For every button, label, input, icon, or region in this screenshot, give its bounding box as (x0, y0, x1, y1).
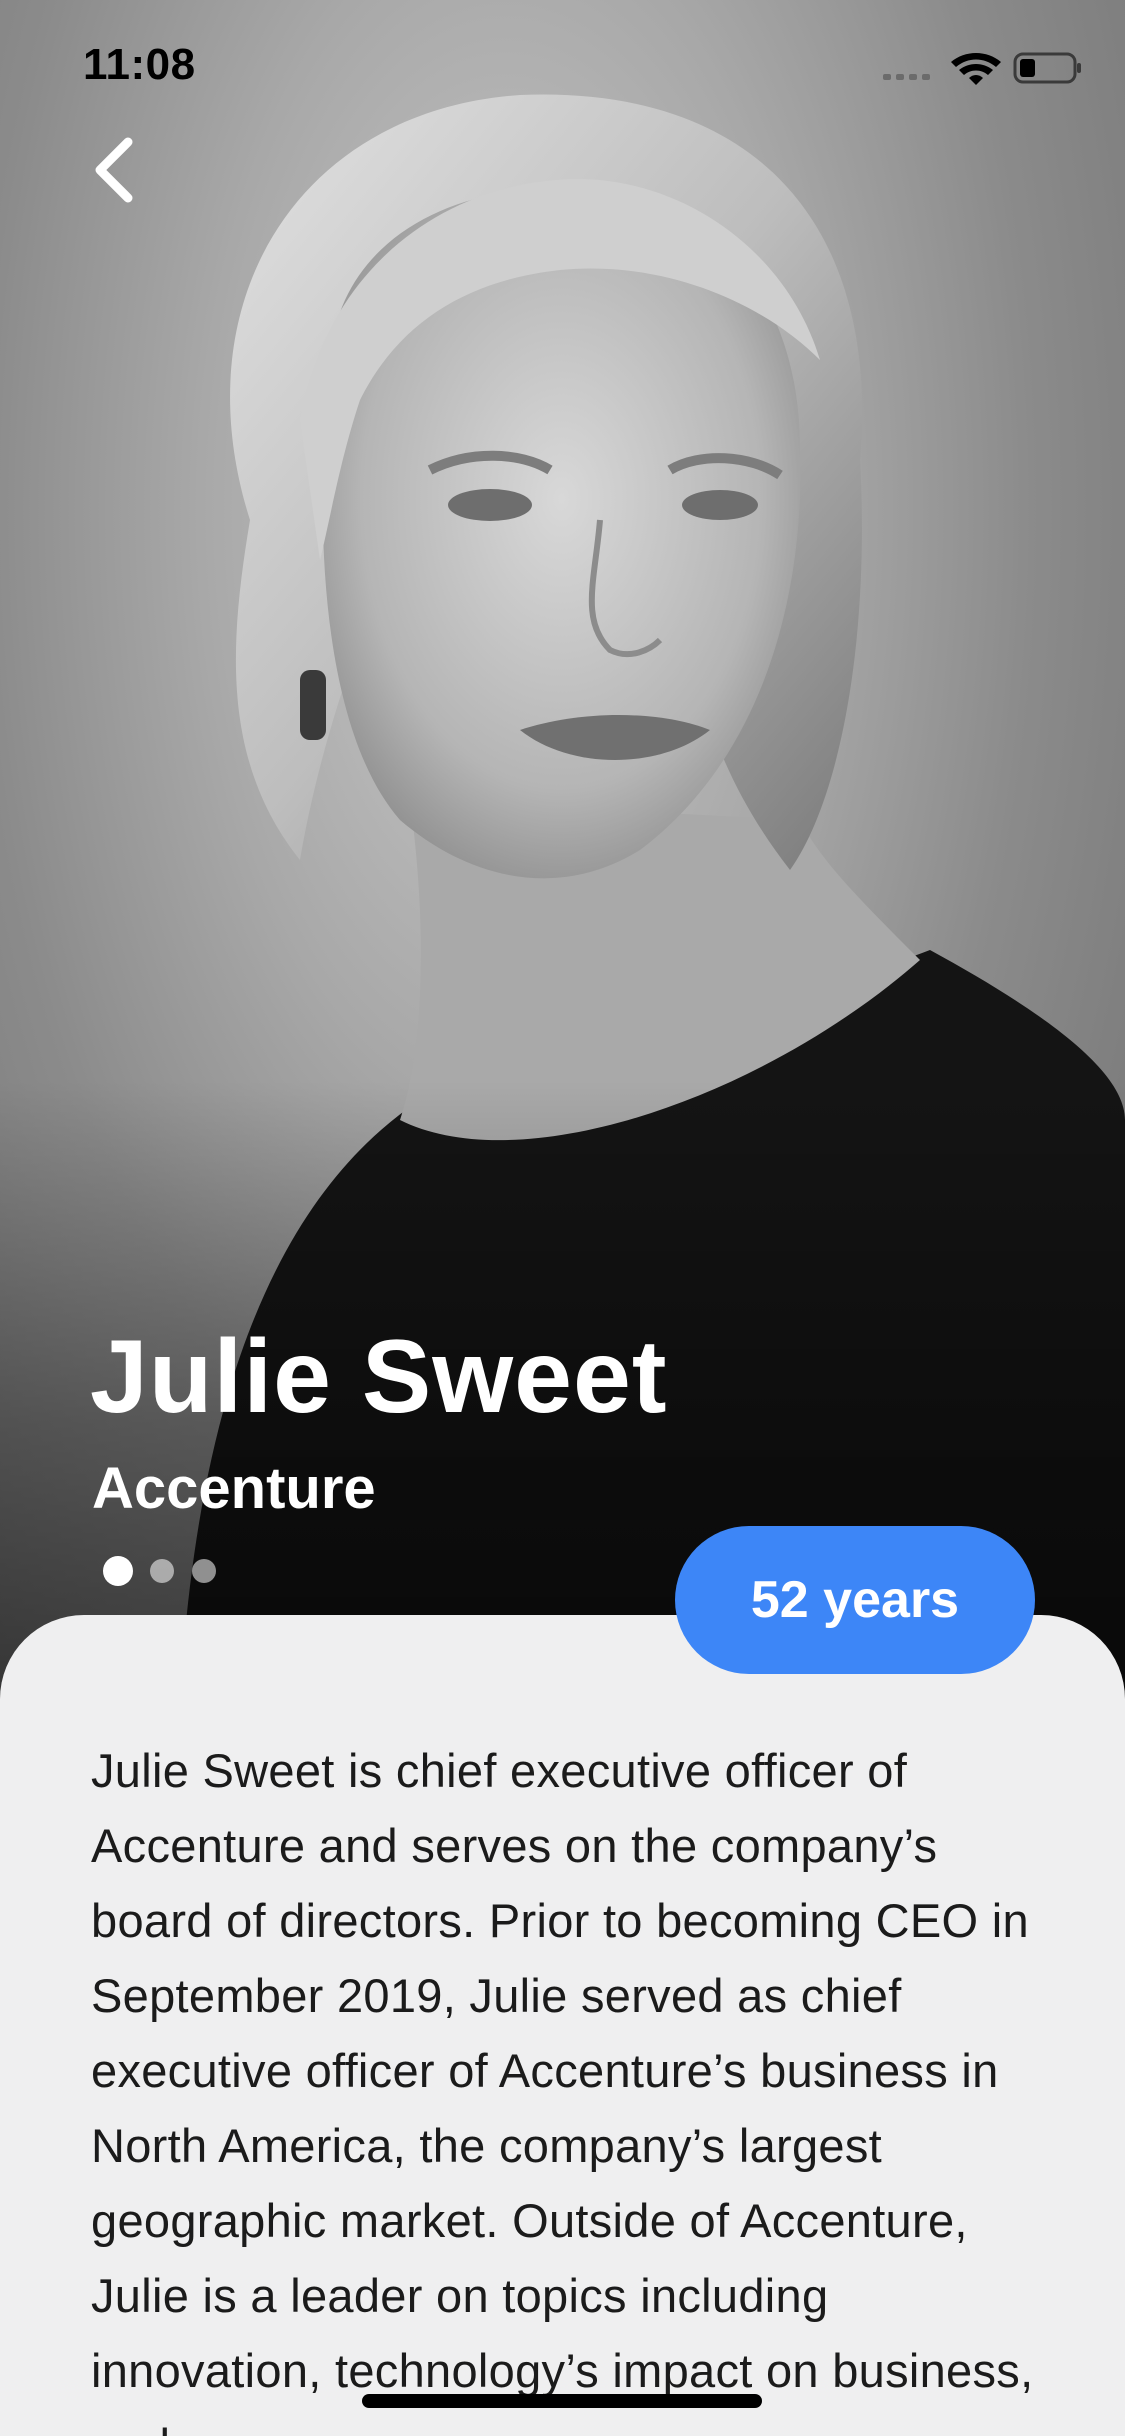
status-bar: 11:08 (0, 0, 1125, 132)
person-name: Julie Sweet (90, 1319, 668, 1435)
page-dot-active[interactable] (103, 1556, 133, 1586)
age-badge: 52 years (675, 1526, 1035, 1674)
page-dot[interactable] (192, 1559, 216, 1583)
bio-card[interactable]: Julie Sweet is chief executive officer o… (0, 1615, 1125, 2436)
home-indicator[interactable] (362, 2394, 762, 2408)
profile-photo[interactable] (0, 0, 1125, 1700)
bio-text: Julie Sweet is chief executive officer o… (91, 1744, 1034, 2436)
status-icons (883, 48, 1083, 88)
person-company: Accenture (92, 1456, 376, 1521)
cellular-signal-icon (883, 74, 930, 80)
back-button[interactable] (80, 130, 150, 210)
page-dot[interactable] (150, 1559, 174, 1583)
battery-icon (1013, 52, 1081, 84)
photo-page-indicator[interactable] (103, 1556, 234, 1586)
chevron-left-icon (95, 137, 133, 203)
status-time: 11:08 (83, 40, 196, 89)
wifi-icon (951, 53, 1001, 85)
